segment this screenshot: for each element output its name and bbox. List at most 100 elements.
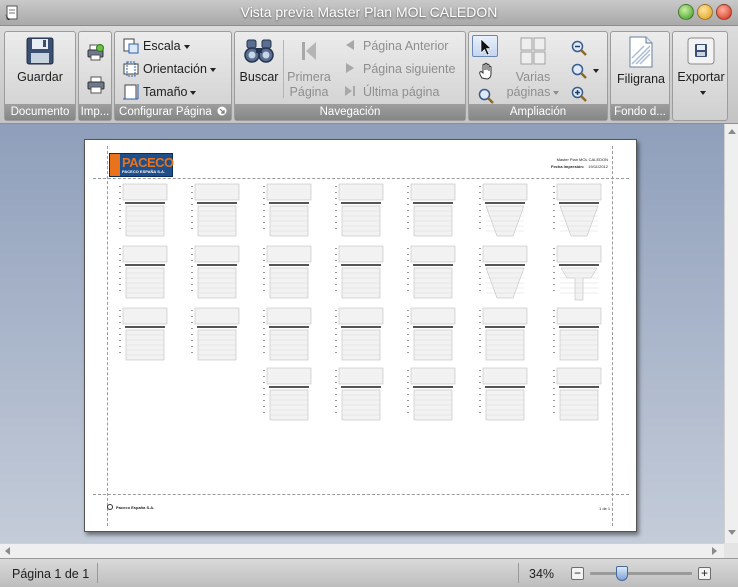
bay-plan-thumbnail <box>119 183 168 237</box>
bay-plan-thumbnail <box>479 307 528 361</box>
status-divider <box>97 563 98 583</box>
zoom-menu-button[interactable] <box>571 63 601 81</box>
horizontal-scrollbar[interactable] <box>0 543 724 558</box>
bay-plan-thumbnail <box>263 367 312 421</box>
exportar-button[interactable]: Exportar <box>675 36 727 100</box>
tamano-button[interactable]: Tamaño <box>123 82 223 102</box>
bay-plan-thumbnail <box>407 307 456 361</box>
primera-label-2: Página <box>289 85 329 99</box>
zoom-in-button[interactable]: + <box>698 567 711 580</box>
printer-settings-icon[interactable] <box>87 44 105 62</box>
printer-icon[interactable] <box>87 76 105 94</box>
status-divider <box>518 563 519 583</box>
varias-label-2: páginas <box>506 85 551 99</box>
watermark-page-icon <box>629 36 653 68</box>
title-bar: Vista previa Master Plan MOL CALEDON <box>0 0 738 26</box>
close-button[interactable] <box>716 4 732 20</box>
group-label-ampliacion: Ampliación <box>469 104 607 120</box>
footer-logo-icon <box>107 504 113 510</box>
zoom-tool-icon[interactable] <box>478 88 494 104</box>
group-configurar-pagina: Escala Orientación Tamaño Configurar Pág… <box>114 31 232 121</box>
filigrana-button[interactable]: Filigrana <box>613 36 669 87</box>
group-label-imprimir: Imp... <box>79 104 111 120</box>
varias-label-1: Varias <box>515 70 551 84</box>
buscar-button[interactable]: Buscar <box>237 36 281 85</box>
bay-plan-thumbnail <box>407 245 456 299</box>
orientacion-label: Orientación <box>143 62 207 76</box>
exportar-dropdown-icon <box>699 90 706 95</box>
ribbon-toolbar: Guardar Documento Imp... Escala Orientac… <box>0 26 738 124</box>
zoom-slider-thumb[interactable] <box>615 566 628 581</box>
scale-icon <box>123 38 139 54</box>
footer-company: Paceco España S.A. <box>116 505 155 510</box>
group-label-configurar: Configurar Página <box>115 104 231 120</box>
bay-plan-thumbnail <box>553 367 602 421</box>
bay-plan-thumbnail <box>407 183 456 237</box>
first-page-icon <box>302 42 316 60</box>
bay-plan-thumbnail <box>553 245 602 301</box>
bay-plan-thumbnail <box>263 183 312 237</box>
bay-plan-thumbnail <box>407 367 456 421</box>
group-label-documento: Documento <box>5 104 75 120</box>
pointer-tool-button[interactable] <box>472 35 498 57</box>
bay-plan-thumbnail <box>479 367 528 421</box>
bay-plan-thumbnail <box>479 245 528 299</box>
previous-page-icon <box>346 40 354 50</box>
buscar-label: Buscar <box>239 70 279 84</box>
bay-plan-thumbnail <box>335 367 384 421</box>
scroll-left-icon[interactable] <box>5 547 10 555</box>
primera-pagina-button[interactable]: Primera Página <box>285 36 333 100</box>
group-label-fondo: Fondo d... <box>611 104 669 120</box>
scroll-down-icon[interactable] <box>728 530 736 535</box>
save-button[interactable]: Guardar <box>9 36 71 85</box>
pagina-siguiente-button[interactable]: Página siguiente <box>343 59 463 79</box>
varias-paginas-button[interactable]: Varias páginas <box>505 36 561 100</box>
last-page-icon <box>345 86 355 96</box>
scroll-corner <box>724 543 738 558</box>
zoom-out-button[interactable]: − <box>571 567 584 580</box>
zoom-in-icon[interactable] <box>571 86 587 102</box>
bay-plan-thumbnail <box>191 183 240 237</box>
group-exportar: Exportar <box>672 31 728 121</box>
minimize-button[interactable] <box>678 4 694 20</box>
bay-plan-thumbnail <box>263 245 312 299</box>
pagina-anterior-button[interactable]: Página Anterior <box>343 36 461 56</box>
bay-plan-thumbnail <box>263 307 312 361</box>
zoom-slider-track[interactable] <box>590 566 692 581</box>
siguiente-label: Página siguiente <box>363 62 456 76</box>
group-configurar-label: Configurar Página <box>119 106 212 118</box>
bay-plan-thumbnail <box>553 183 602 237</box>
dialog-launcher-icon[interactable] <box>217 106 227 116</box>
scroll-right-icon[interactable] <box>712 547 717 555</box>
bay-plan-thumbnail <box>119 307 168 361</box>
hand-pan-icon[interactable] <box>477 62 495 80</box>
scroll-up-icon[interactable] <box>728 129 736 134</box>
escala-label: Escala <box>143 39 181 53</box>
next-page-icon <box>346 63 354 73</box>
bay-plan-thumbnail <box>335 183 384 237</box>
group-navegacion: Buscar Primera Página Página Anterior Pá… <box>234 31 466 121</box>
bay-plan-thumbnail <box>335 307 384 361</box>
binoculars-icon <box>244 39 274 63</box>
page-info: Página 1 de 1 <box>12 567 90 581</box>
status-bar: Página 1 de 1 34% − + <box>0 558 738 587</box>
orientacion-button[interactable]: Orientación <box>123 59 227 79</box>
group-documento: Guardar Documento <box>4 31 76 121</box>
vertical-scrollbar[interactable] <box>724 124 738 543</box>
bay-plan-thumbnail <box>335 245 384 299</box>
bay-plan-thumbnail <box>191 307 240 361</box>
bay-plan-thumbnail <box>479 183 528 237</box>
zoom-icon <box>571 63 587 79</box>
multiple-pages-icon <box>520 37 546 65</box>
bay-plans <box>119 183 602 421</box>
maximize-button[interactable] <box>697 4 713 20</box>
zoom-dropdown-icon <box>593 69 599 73</box>
zoom-out-icon[interactable] <box>571 40 587 56</box>
window-title: Vista previa Master Plan MOL CALEDON <box>240 4 498 20</box>
escala-button[interactable]: Escala <box>123 36 223 56</box>
bay-plan-thumbnail <box>553 307 602 361</box>
export-disk-icon <box>687 37 715 65</box>
group-label-navegacion: Navegación <box>235 104 465 120</box>
footer-page-number: 1 de 1 <box>599 506 611 511</box>
ultima-pagina-button[interactable]: Última página <box>343 82 453 102</box>
